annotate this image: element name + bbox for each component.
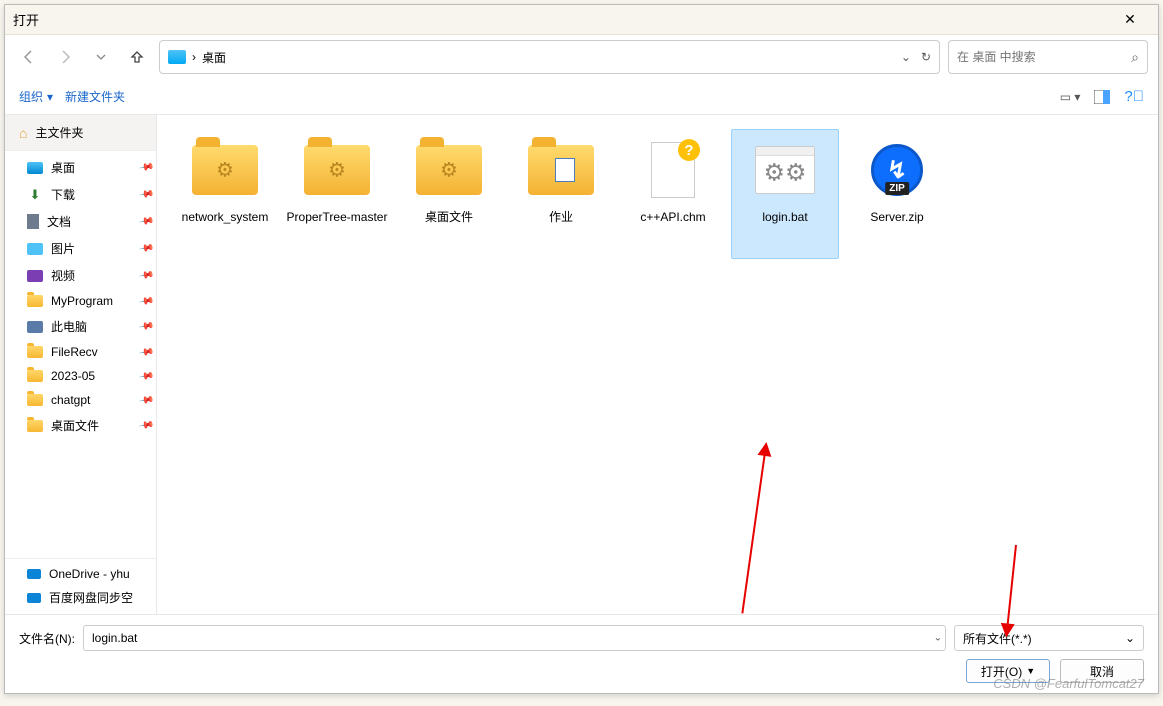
sidebar-item-label: 此电脑 — [51, 318, 87, 335]
file-name: 桌面文件 — [425, 210, 473, 226]
sidebar-item-label: OneDrive - yhu — [49, 567, 130, 581]
file-icon: ⚙ — [189, 138, 261, 202]
pin-icon: 📌 — [138, 213, 155, 229]
up-button[interactable] — [123, 43, 151, 71]
pin-icon: 📌 — [138, 240, 155, 256]
sidebar-item[interactable]: 2023-05📌 — [27, 369, 146, 383]
sidebar-item[interactable]: MyProgram📌 — [27, 294, 146, 308]
sidebar-item[interactable]: ›OneDrive - yhu — [11, 567, 150, 581]
sidebar-item[interactable]: 桌面📌 — [27, 159, 146, 176]
pin-icon: 📌 — [138, 293, 155, 309]
location-icon — [168, 50, 186, 64]
file-icon: ↯ZIP — [861, 138, 933, 202]
filename-label: 文件名(N): — [19, 630, 75, 647]
titlebar: 打开 ✕ — [5, 5, 1158, 35]
pin-icon: 📌 — [138, 344, 155, 360]
sidebar-item[interactable]: FileRecv📌 — [27, 345, 146, 359]
file-name: network_system — [182, 210, 269, 226]
file-list[interactable]: ⚙ network_system ⚙ ProperTree-master ⚙ 桌面文件 作业… — [157, 115, 1158, 614]
new-folder-button[interactable]: 新建文件夹 — [65, 88, 125, 105]
view-mode-button[interactable]: ▭ ▾ — [1060, 90, 1081, 104]
file-name: ProperTree-master — [287, 210, 388, 226]
sidebar-item-label: 视频 — [51, 267, 75, 284]
sidebar-item-label: 百度网盘同步空 — [49, 589, 133, 606]
sidebar-item-label: 文档 — [47, 213, 71, 230]
file-icon — [525, 138, 597, 202]
sidebar-item-label: 2023-05 — [51, 369, 95, 383]
chevron-down-icon: ⌄ — [1125, 631, 1135, 645]
sidebar-item[interactable]: 文档📌 — [27, 213, 146, 230]
back-button[interactable] — [15, 43, 43, 71]
sidebar-item-label: 下载 — [51, 186, 75, 203]
footer: 文件名(N): ⌄ 所有文件(*.*) ⌄ 打开(O) ▼ 取消 — [5, 614, 1158, 693]
sidebar-item-label: MyProgram — [51, 294, 113, 308]
file-item[interactable]: ⚙ ProperTree-master — [283, 129, 391, 259]
pin-icon: 📌 — [138, 159, 155, 175]
content-area: ⌂ 主文件夹 桌面📌⬇下载📌文档📌图片📌视频📌MyProgram📌此电脑📌Fil… — [5, 115, 1158, 614]
sidebar-item[interactable]: ›百度网盘同步空 — [11, 589, 150, 606]
sidebar-item-label: 桌面文件 — [51, 417, 99, 434]
annotation-arrow — [741, 445, 767, 614]
home-icon: ⌂ — [19, 125, 27, 141]
file-item[interactable]: 作业 — [507, 129, 615, 259]
file-item[interactable]: ⚙⚙ login.bat — [731, 129, 839, 259]
pin-icon: 📌 — [138, 318, 155, 334]
file-name: login.bat — [762, 210, 807, 226]
chevron-down-icon[interactable]: ⌄ — [901, 50, 911, 64]
file-icon: ⚙ — [413, 138, 485, 202]
sidebar-item[interactable]: 视频📌 — [27, 267, 146, 284]
forward-button[interactable] — [51, 43, 79, 71]
file-item[interactable]: ↯ZIP Server.zip — [843, 129, 951, 259]
help-icon[interactable]: ?⃝ — [1124, 88, 1144, 105]
refresh-icon[interactable]: ↻ — [921, 50, 931, 64]
preview-pane-button[interactable] — [1094, 90, 1110, 104]
sidebar-home[interactable]: ⌂ 主文件夹 — [5, 115, 156, 151]
file-icon: ⚙ — [301, 138, 373, 202]
file-icon: ⚙⚙ — [749, 138, 821, 202]
toolbar: 组织 ▾ 新建文件夹 ▭ ▾ ?⃝ — [5, 79, 1158, 115]
window-title: 打开 — [13, 10, 1110, 29]
search-input[interactable] — [957, 50, 1131, 64]
watermark: CSDN @FearfulTomcat27 — [993, 676, 1144, 691]
organize-menu[interactable]: 组织 ▾ — [19, 88, 53, 105]
sidebar: ⌂ 主文件夹 桌面📌⬇下载📌文档📌图片📌视频📌MyProgram📌此电脑📌Fil… — [5, 115, 157, 614]
file-type-filter[interactable]: 所有文件(*.*) ⌄ — [954, 625, 1144, 651]
file-item[interactable]: ⚙ 桌面文件 — [395, 129, 503, 259]
recent-button[interactable] — [87, 43, 115, 71]
sidebar-item-label: 图片 — [51, 240, 75, 257]
file-name: 作业 — [549, 210, 573, 226]
sidebar-item[interactable]: ⬇下载📌 — [27, 186, 146, 203]
search-icon: ⌕ — [1131, 49, 1139, 66]
file-item[interactable]: ⚙ network_system — [171, 129, 279, 259]
sidebar-home-label: 主文件夹 — [35, 124, 83, 141]
annotation-arrow — [1006, 545, 1017, 614]
sidebar-item-label: FileRecv — [51, 345, 98, 359]
pin-icon: 📌 — [138, 267, 155, 283]
sidebar-item-label: chatgpt — [51, 393, 90, 407]
filename-dropdown-icon[interactable]: ⌄ — [934, 633, 942, 644]
sidebar-item[interactable]: 图片📌 — [27, 240, 146, 257]
file-item[interactable]: ? c++API.chm — [619, 129, 727, 259]
filter-label: 所有文件(*.*) — [963, 630, 1032, 647]
address-bar[interactable]: › 桌面 ⌄ ↻ — [159, 40, 940, 74]
close-button[interactable]: ✕ — [1110, 11, 1150, 28]
pin-icon: 📌 — [138, 417, 155, 433]
filename-input[interactable] — [83, 625, 946, 651]
pin-icon: 📌 — [138, 392, 155, 408]
file-icon: ? — [637, 138, 709, 202]
file-dialog: 打开 ✕ › 桌面 ⌄ ↻ ⌕ 组织 ▾ 新建文 — [4, 4, 1159, 694]
sidebar-item[interactable]: 此电脑📌 — [27, 318, 146, 335]
breadcrumb-location: 桌面 — [202, 49, 895, 66]
breadcrumb-sep: › — [192, 50, 196, 64]
chevron-down-icon: ▾ — [47, 90, 53, 104]
file-name: Server.zip — [870, 210, 923, 226]
pin-icon: 📌 — [138, 368, 155, 384]
file-name: c++API.chm — [640, 210, 705, 226]
pin-icon: 📌 — [138, 186, 155, 202]
sidebar-item[interactable]: chatgpt📌 — [27, 393, 146, 407]
sidebar-item-label: 桌面 — [51, 159, 75, 176]
navbar: › 桌面 ⌄ ↻ ⌕ — [5, 35, 1158, 79]
sidebar-item[interactable]: 桌面文件📌 — [27, 417, 146, 434]
search-box[interactable]: ⌕ — [948, 40, 1148, 74]
